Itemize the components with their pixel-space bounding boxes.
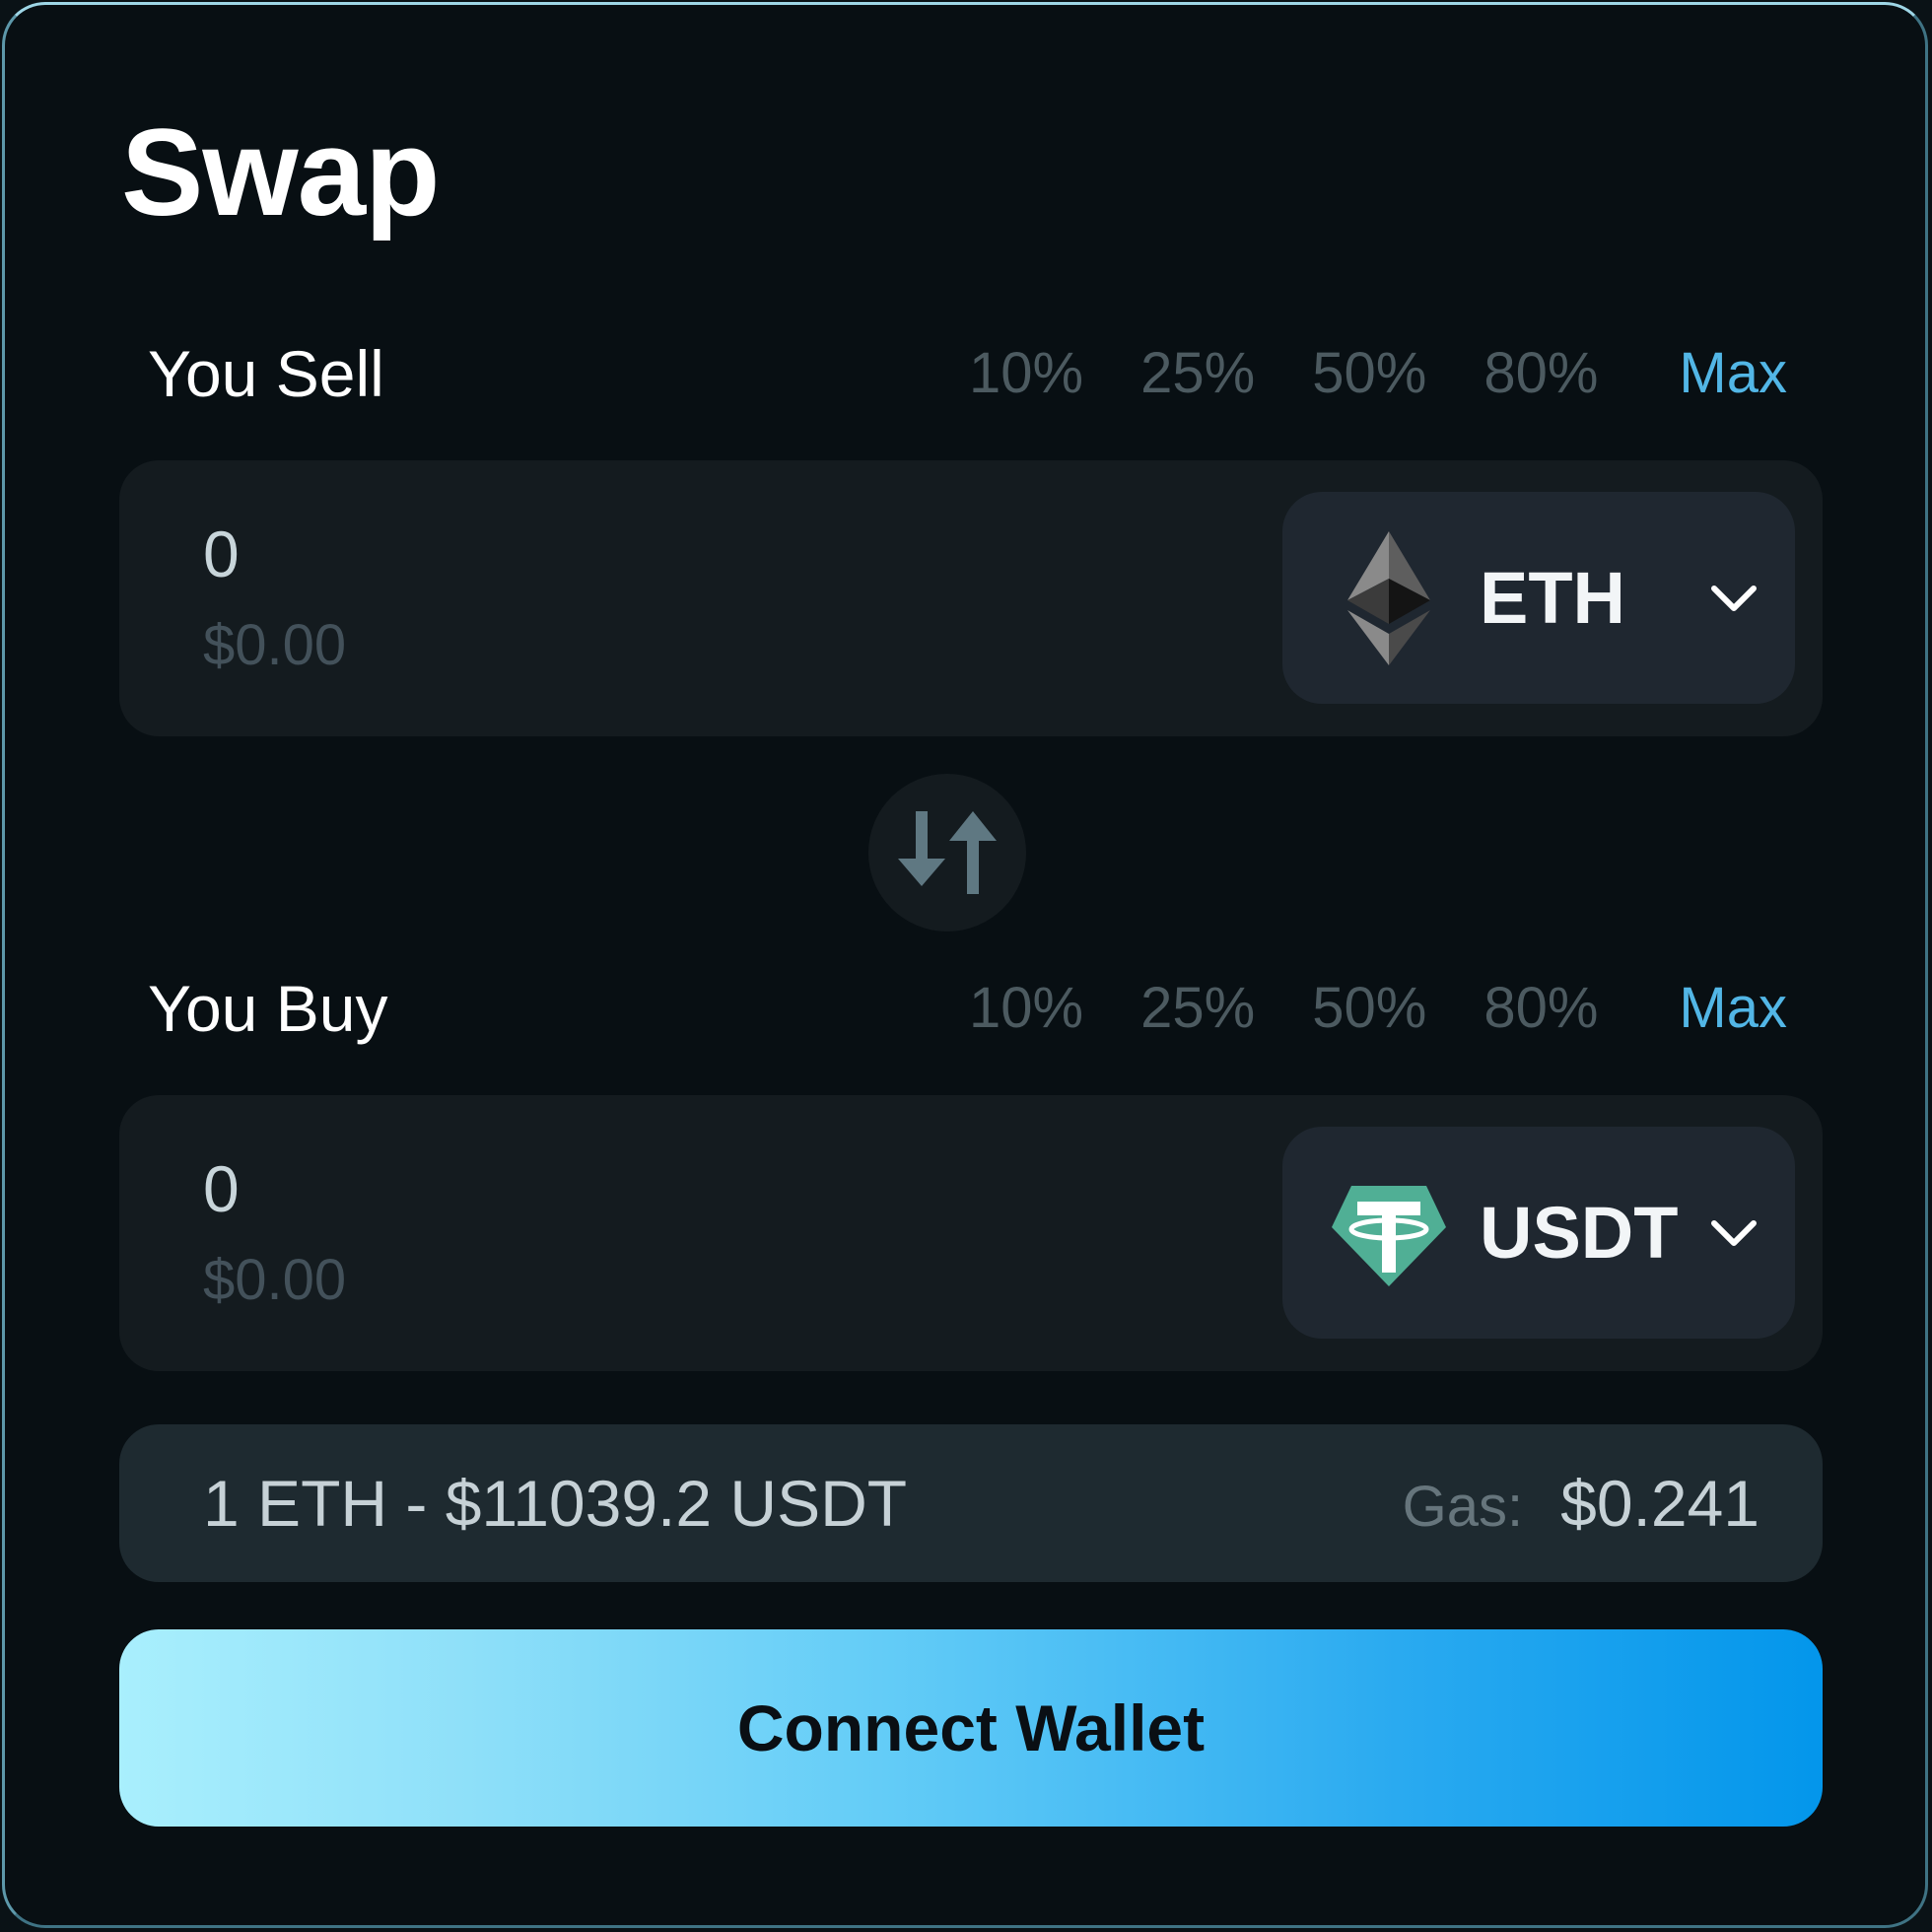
buy-token-box: 0 $0.00 USDT bbox=[119, 1095, 1823, 1371]
sell-percent-50-button[interactable]: 50% bbox=[1312, 334, 1426, 413]
chevron-down-icon bbox=[1711, 586, 1757, 611]
sell-percent-10-button[interactable]: 10% bbox=[969, 334, 1083, 413]
gas-label: Gas: bbox=[1402, 1475, 1524, 1539]
sell-amount-input[interactable]: 0 bbox=[203, 515, 240, 593]
buy-token-selector[interactable]: USDT bbox=[1282, 1127, 1795, 1339]
sell-token-symbol: ETH bbox=[1480, 557, 1625, 639]
tether-icon bbox=[1332, 1186, 1446, 1286]
buy-percent-50-button[interactable]: 50% bbox=[1312, 969, 1426, 1048]
sell-label: You Sell bbox=[148, 337, 384, 410]
gas-value: $0.241 bbox=[1560, 1467, 1760, 1540]
swap-arrows-icon bbox=[898, 811, 997, 894]
buy-token-symbol: USDT bbox=[1480, 1192, 1679, 1274]
sell-token-selector[interactable]: ETH bbox=[1282, 492, 1795, 704]
buy-label: You Buy bbox=[148, 972, 388, 1045]
sell-percent-25-button[interactable]: 25% bbox=[1140, 334, 1255, 413]
connect-wallet-button[interactable]: Connect Wallet bbox=[119, 1629, 1823, 1827]
swap-direction-button[interactable] bbox=[868, 774, 1026, 932]
buy-percent-options: 10% 25% 50% 80% Max bbox=[912, 969, 1787, 1048]
exchange-rate: 1 ETH - $11039.2 USDT bbox=[203, 1467, 908, 1540]
buy-usd-value: $0.00 bbox=[203, 1248, 347, 1312]
buy-percent-80-button[interactable]: 80% bbox=[1484, 969, 1598, 1048]
swap-card: Swap You Sell 10% 25% 50% 80% Max 0 $0.0… bbox=[2, 2, 1928, 1928]
gas-fee: Gas: $0.241 bbox=[1403, 1464, 1760, 1547]
ethereum-icon bbox=[1347, 531, 1430, 665]
rate-info-bar: 1 ETH - $11039.2 USDT Gas: $0.241 bbox=[119, 1424, 1823, 1582]
sell-percent-options: 10% 25% 50% 80% Max bbox=[912, 334, 1787, 413]
sell-percent-80-button[interactable]: 80% bbox=[1484, 334, 1598, 413]
buy-percent-25-button[interactable]: 25% bbox=[1140, 969, 1255, 1048]
sell-token-box: 0 $0.00 ETH bbox=[119, 460, 1823, 736]
sell-usd-value: $0.00 bbox=[203, 613, 347, 677]
buy-percent-10-button[interactable]: 10% bbox=[969, 969, 1083, 1048]
chevron-down-icon bbox=[1711, 1220, 1757, 1246]
buy-amount-input[interactable]: 0 bbox=[203, 1149, 240, 1228]
buy-max-button[interactable]: Max bbox=[1679, 969, 1787, 1048]
sell-max-button[interactable]: Max bbox=[1679, 334, 1787, 413]
page-title: Swap bbox=[121, 104, 440, 242]
